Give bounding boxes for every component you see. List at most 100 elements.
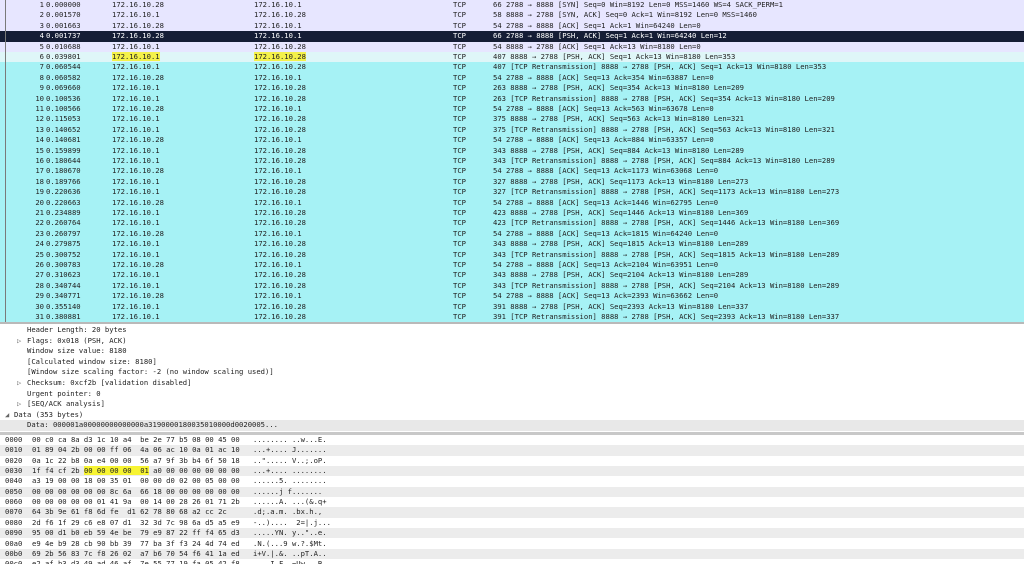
hex-ascii[interactable]: ...+.... ........	[253, 466, 327, 476]
packet-source: 172.16.10.28	[112, 291, 164, 301]
packet-row[interactable]: 4 0.001737 172.16.10.28 172.16.10.1 TCP 66 27…	[0, 31, 1024, 42]
packet-source: 172.16.10.28	[112, 260, 164, 269]
hex-bytes[interactable]: 95 00 d1 b0 eb 59 4e be 79 e9 87 22 ff f…	[32, 528, 240, 538]
detail-row[interactable]: [Window size scaling factor: -2 (no wind…	[0, 367, 1024, 378]
packet-row[interactable]: 14 0.140681 172.16.10.28 172.16.10.1 TCP 54 2…	[0, 135, 1024, 146]
packet-source: 172.16.10.1	[112, 83, 160, 93]
hex-row[interactable]: 0050 00 00 00 00 00 00 8c 6a 66 18 00 00 …	[0, 486, 1024, 498]
hex-ascii[interactable]: ...+.... J.......	[253, 445, 327, 455]
packet-row[interactable]: 5 0.010688 172.16.10.1 172.16.10.28 TCP 54 88…	[0, 41, 1024, 52]
detail-row[interactable]: Header Length: 20 bytes	[0, 325, 1024, 336]
expand-arrow-icon[interactable]: ◢	[5, 410, 9, 421]
packet-time: 0.220636	[46, 187, 81, 197]
packet-protocol: TCP	[453, 145, 466, 155]
packet-row[interactable]: 29 0.340771 172.16.10.28 172.16.10.1 TCP 54 2…	[0, 291, 1024, 302]
hex-ascii[interactable]: .d;.a.m. .bx.h.,	[253, 507, 322, 517]
packet-time: 0.220663	[46, 197, 81, 207]
packet-row[interactable]: 8 0.060582 172.16.10.28 172.16.10.1 TCP 54 27…	[0, 72, 1024, 84]
packet-row[interactable]: 21 0.234889 172.16.10.1 172.16.10.28 TCP 423 …	[0, 208, 1024, 219]
packet-row[interactable]: 1 0.000000 172.16.10.28 172.16.10.1 TCP 66 27…	[0, 0, 1024, 11]
hex-row[interactable]: 0060 00 00 00 00 00 01 41 9a 00 14 00 28 …	[0, 497, 1024, 507]
packet-info: 54 2788 → 8888 [ACK] Seq=13 Ack=884 Win=…	[493, 135, 714, 145]
packet-row[interactable]: 31 0.380881 172.16.10.1 172.16.10.28 TCP 391 …	[0, 312, 1024, 322]
hex-ascii[interactable]: ........ ..w...E.	[253, 435, 327, 445]
packet-row[interactable]: 23 0.260797 172.16.10.28 172.16.10.1 TCP 54 2…	[0, 228, 1024, 240]
hex-bytes[interactable]: 2d f6 1f 29 c6 e8 07 d1 32 3d 7c 98 6a d…	[32, 518, 240, 528]
packet-row[interactable]: 7 0.060544 172.16.10.1 172.16.10.28 TCP 407 […	[0, 62, 1024, 73]
packet-row[interactable]: 18 0.189766 172.16.10.1 172.16.10.28 TCP 327 …	[0, 176, 1024, 188]
packet-row[interactable]: 13 0.140652 172.16.10.1 172.16.10.28 TCP 375 …	[0, 124, 1024, 136]
hex-bytes[interactable]: e9 4e b9 28 cb 90 bb 39 77 ba 3f f3 24 4…	[32, 539, 240, 549]
packet-details-tree[interactable]: Header Length: 20 bytes ▷ Flags: 0x018 (PS…	[0, 324, 1024, 432]
packet-destination: 172.16.10.28	[254, 218, 306, 228]
expand-arrow-icon[interactable]: ▷	[17, 378, 21, 389]
detail-row[interactable]: ▷ Flags: 0x018 (PSH, ACK)	[0, 336, 1024, 347]
hex-ascii[interactable]: -..).... 2=|.j...	[253, 518, 331, 528]
packet-row[interactable]: 26 0.300783 172.16.10.28 172.16.10.1 TCP 54 2…	[0, 260, 1024, 271]
hex-row[interactable]: 00b0 69 2b 56 83 7c f8 26 02 a7 b6 70 54 …	[0, 548, 1024, 560]
hex-row[interactable]: 0080 2d f6 1f 29 c6 e8 07 d1 32 3d 7c 98 …	[0, 518, 1024, 528]
detail-row[interactable]: ◢ Data (353 bytes)	[0, 410, 1024, 421]
hex-ascii[interactable]: ......A. ...(&.q+	[253, 497, 327, 507]
packet-row[interactable]: 19 0.220636 172.16.10.1 172.16.10.28 TCP 327 …	[0, 187, 1024, 198]
hex-bytes[interactable]: 00 00 00 00 00 00 8c 6a 66 18 00 00 00 0…	[32, 487, 240, 497]
hex-ascii[interactable]: ......5. ........	[253, 476, 327, 486]
detail-row[interactable]: [Calculated window size: 8180]	[0, 357, 1024, 368]
packet-row[interactable]: 24 0.279875 172.16.10.1 172.16.10.28 TCP 343 …	[0, 239, 1024, 250]
packet-row[interactable]: 25 0.300752 172.16.10.1 172.16.10.28 TCP 343 …	[0, 249, 1024, 260]
packet-row[interactable]: 6 0.039801 172.16.10.1 172.16.10.28 TCP 407 8…	[0, 52, 1024, 63]
hex-bytes[interactable]: 64 3b 9e 61 f8 6d fe d1 62 78 80 68 a2 c…	[32, 507, 227, 517]
packet-row[interactable]: 22 0.260764 172.16.10.1 172.16.10.28 TCP 423 …	[0, 218, 1024, 229]
hex-ascii[interactable]: .....YN. y.."..e.	[253, 528, 327, 538]
packet-number: 9	[39, 83, 44, 93]
detail-row[interactable]: Window size value: 8180	[0, 346, 1024, 357]
hex-bytes[interactable]: 01 89 04 2b 00 00 ff 06 4a 06 ac 10 0a 0…	[32, 445, 240, 455]
hex-ascii[interactable]: i+V.|.&. ..pT.A..	[253, 549, 327, 559]
packet-row[interactable]: 16 0.180644 172.16.10.1 172.16.10.28 TCP 343 …	[0, 156, 1024, 167]
packet-row[interactable]: 11 0.100566 172.16.10.28 172.16.10.1 TCP 54 2…	[0, 104, 1024, 115]
hex-bytes[interactable]: 00 00 00 00 00 01 41 9a 00 14 00 28 26 0…	[32, 497, 240, 507]
packet-row[interactable]: 30 0.355140 172.16.10.1 172.16.10.28 TCP 391 …	[0, 301, 1024, 312]
hex-ascii[interactable]: ......j f.......	[253, 487, 322, 497]
packet-row[interactable]: 17 0.180670 172.16.10.28 172.16.10.1 TCP 54 2…	[0, 166, 1024, 177]
hex-row[interactable]: 00a0 e9 4e b9 28 cb 90 bb 39 77 ba 3f f3 …	[0, 539, 1024, 549]
hex-row[interactable]: 0070 64 3b 9e 61 f8 6d fe d1 62 78 80 68 …	[0, 507, 1024, 518]
detail-row[interactable]: ▷ [SEQ/ACK analysis]	[0, 399, 1024, 410]
packet-row[interactable]: 9 0.069660 172.16.10.1 172.16.10.28 TCP 263 8…	[0, 83, 1024, 94]
hex-ascii[interactable]: ....I.F. ~Uw...B.	[253, 559, 327, 564]
packet-row[interactable]: 10 0.100536 172.16.10.1 172.16.10.28 TCP 263 …	[0, 93, 1024, 104]
detail-row[interactable]: Urgent pointer: 0	[0, 389, 1024, 400]
packet-list[interactable]: 1 0.000000 172.16.10.28 172.16.10.1 TCP 66 27…	[0, 0, 1024, 322]
hex-ascii[interactable]: .."..... V..;.oP.	[253, 456, 327, 466]
expand-arrow-icon[interactable]: ▷	[17, 399, 21, 410]
hex-bytes[interactable]: e2 af b3 d3 49 ad 46 af 7e 55 77 19 fa 0…	[32, 559, 240, 564]
related-packet-marker	[5, 52, 6, 63]
hex-bytes[interactable]: 00 c0 ca 8a d3 1c 10 a4 be 2e 77 b5 08 0…	[32, 435, 240, 445]
hex-row[interactable]: 0040 a3 19 00 00 18 00 35 01 00 00 d0 02 …	[0, 476, 1024, 486]
packet-row[interactable]: 3 0.001663 172.16.10.28 172.16.10.1 TCP 54 27…	[0, 20, 1024, 32]
packet-row[interactable]: 27 0.310623 172.16.10.1 172.16.10.28 TCP 343 …	[0, 270, 1024, 281]
hex-bytes[interactable]: 1f f4 cf 2b 00 00 00 00 01 a0 00 00 00 0…	[32, 466, 240, 476]
hex-bytes[interactable]: 69 2b 56 83 7c f8 26 02 a7 b6 70 54 f6 4…	[32, 549, 240, 559]
hex-bytes[interactable]: 0a 1c 22 b8 0a e4 00 00 56 a7 9f 3b b4 6…	[32, 456, 240, 466]
packet-bytes-pane[interactable]: 0000 00 c0 ca 8a d3 1c 10 a4 be 2e 77 b5 …	[0, 435, 1024, 564]
packet-row[interactable]: 15 0.159899 172.16.10.1 172.16.10.28 TCP 343 …	[0, 145, 1024, 156]
packet-row[interactable]: 20 0.220663 172.16.10.28 172.16.10.1 TCP 54 2…	[0, 197, 1024, 208]
hex-row[interactable]: 0090 95 00 d1 b0 eb 59 4e be 79 e9 87 22 …	[0, 528, 1024, 539]
detail-row[interactable]: ▷ Checksum: 0xcf2b [validation disabled]	[0, 378, 1024, 389]
detail-row[interactable]: Data: 000001a00000000000000a319000018003…	[0, 420, 1024, 431]
expand-arrow-icon[interactable]: ▷	[17, 336, 21, 347]
packet-row[interactable]: 12 0.115053 172.16.10.1 172.16.10.28 TCP 375 …	[0, 114, 1024, 125]
hex-bytes[interactable]: a3 19 00 00 18 00 35 01 00 00 d0 02 00 0…	[32, 476, 240, 486]
hex-ascii[interactable]: .N.(...9 w.?.$Mt.	[253, 539, 327, 549]
packet-destination: 172.16.10.28	[254, 41, 306, 51]
hex-row[interactable]: 0000 00 c0 ca 8a d3 1c 10 a4 be 2e 77 b5 …	[0, 435, 1024, 445]
hex-row[interactable]: 00c0 e2 af b3 d3 49 ad 46 af 7e 55 77 19 …	[0, 559, 1024, 564]
hex-row[interactable]: 0020 0a 1c 22 b8 0a e4 00 00 56 a7 9f 3b …	[0, 456, 1024, 466]
hex-row[interactable]: 0010 01 89 04 2b 00 00 ff 06 4a 06 ac 10 …	[0, 445, 1024, 456]
hex-row[interactable]: 0030 1f f4 cf 2b 00 00 00 00 01 a0 00 00 …	[0, 466, 1024, 477]
packet-info: 423 [TCP Retransmission] 8888 → 2788 [PS…	[493, 218, 840, 228]
packet-row[interactable]: 2 0.001570 172.16.10.1 172.16.10.28 TCP 58 88…	[0, 10, 1024, 21]
packet-protocol: TCP	[453, 270, 466, 280]
packet-row[interactable]: 28 0.340744 172.16.10.1 172.16.10.28 TCP 343 …	[0, 280, 1024, 292]
